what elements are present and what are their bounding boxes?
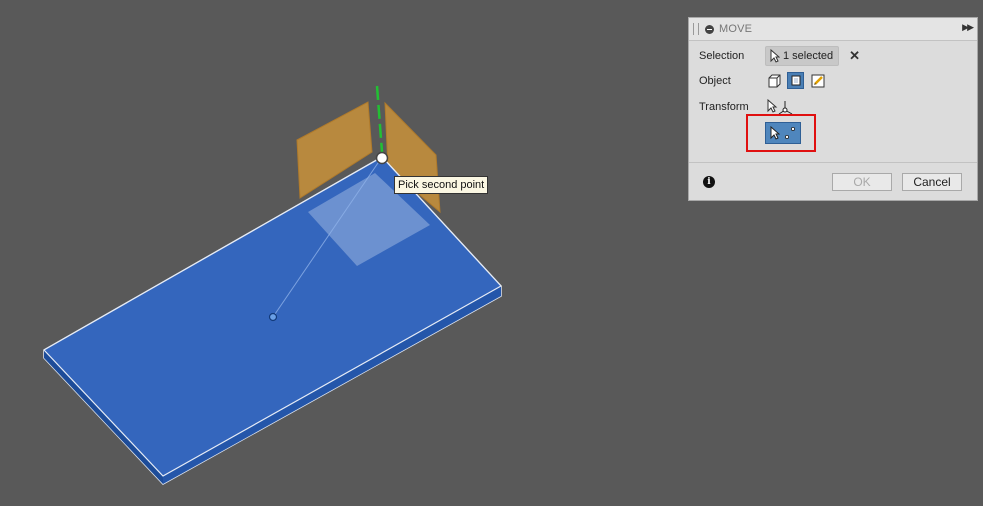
drag-grip-icon[interactable] xyxy=(693,23,699,35)
ok-button[interactable]: OK xyxy=(832,173,892,191)
highlight-box xyxy=(746,114,816,152)
green-axis xyxy=(375,85,384,153)
selection-label: Selection xyxy=(699,50,745,62)
dialog-header[interactable]: MOVE ▶▶ xyxy=(689,18,977,41)
selection-row: Selection 1 selected ✕ xyxy=(699,46,860,66)
cancel-button[interactable]: Cancel xyxy=(902,173,962,191)
dialog-footer: i OK Cancel xyxy=(689,162,977,200)
collapse-icon[interactable] xyxy=(705,24,714,34)
object-components-button[interactable] xyxy=(787,72,804,89)
cursor-icon xyxy=(770,49,780,63)
sketch-icon xyxy=(811,74,824,87)
selection-field[interactable]: 1 selected xyxy=(765,46,840,66)
object-row: Object xyxy=(699,72,831,89)
pick-point-tooltip: Pick second point xyxy=(394,176,489,194)
object-bodies-button[interactable] xyxy=(765,72,782,89)
selection-count: 1 selected xyxy=(783,50,834,62)
free-move-icon[interactable] xyxy=(765,99,795,115)
body-icon xyxy=(768,74,780,87)
dialog-title: MOVE xyxy=(719,23,753,35)
object-sketch-button[interactable] xyxy=(809,72,826,89)
object-label: Object xyxy=(699,74,731,87)
double-chevron-right-icon[interactable]: ▶▶ xyxy=(962,22,974,33)
transform-row: Transform xyxy=(699,99,795,115)
component-icon xyxy=(791,75,800,86)
info-icon[interactable]: i xyxy=(703,176,715,188)
close-icon[interactable]: ✕ xyxy=(849,48,860,64)
origin-point[interactable] xyxy=(268,312,278,322)
transform-label: Transform xyxy=(699,101,749,113)
snap-point[interactable] xyxy=(375,151,389,165)
move-dialog: MOVE ▶▶ Selection 1 selected ✕ Object Tr… xyxy=(688,17,978,201)
